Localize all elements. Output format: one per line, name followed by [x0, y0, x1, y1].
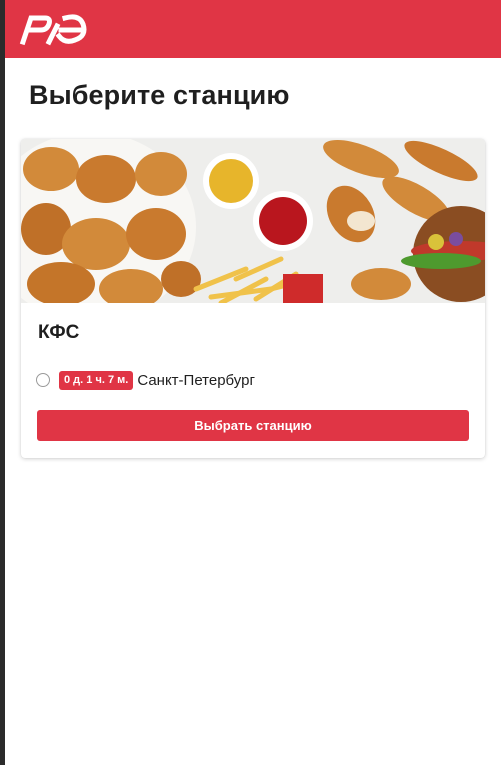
fried-chicken-food-photo [21, 139, 485, 303]
select-station-button[interactable]: Выбрать станцию [37, 410, 469, 441]
page-title: Выберите станцию [29, 80, 290, 110]
app-frame: Выберите станцию КФС 0 д. 1 ч. 7 м. Санк… [5, 0, 501, 765]
rzd-logo-icon[interactable] [19, 12, 91, 46]
travel-time-badge: 0 д. 1 ч. 7 м. [59, 370, 134, 390]
station-option[interactable]: 0 д. 1 ч. 7 м. Санкт-Петербург [36, 369, 255, 391]
store-card: КФС 0 д. 1 ч. 7 м. Санкт-Петербург Выбра… [21, 139, 485, 458]
store-name: КФС [38, 322, 80, 343]
station-radio[interactable] [36, 373, 50, 387]
station-name: Санкт-Петербург [137, 371, 255, 389]
header-bar [5, 0, 501, 58]
